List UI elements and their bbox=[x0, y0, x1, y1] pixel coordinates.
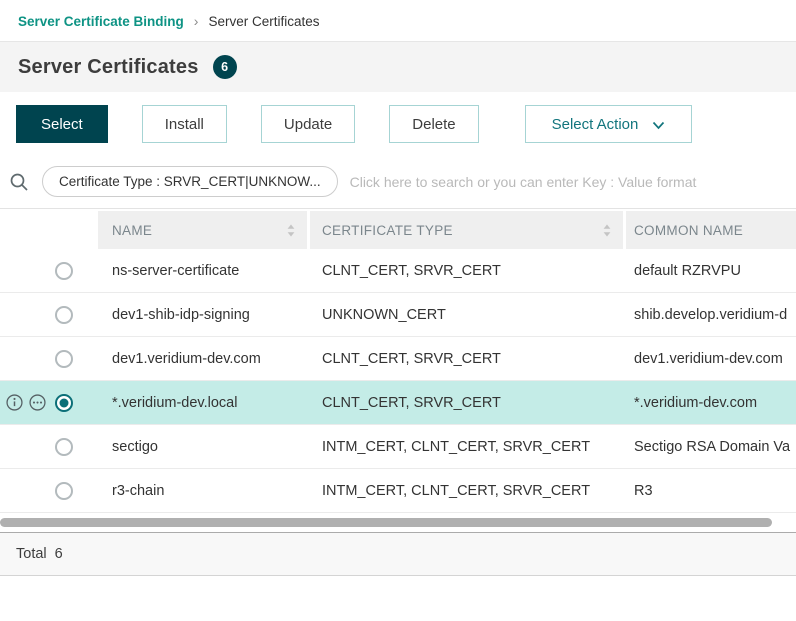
column-header-common-name[interactable]: COMMON NAME bbox=[626, 211, 796, 249]
row-radio[interactable] bbox=[55, 394, 73, 412]
sort-icon[interactable] bbox=[603, 224, 623, 237]
column-header-name-label: NAME bbox=[98, 223, 152, 238]
cell-common-name: *.veridium-dev.com bbox=[626, 395, 796, 411]
select-action-label: Select Action bbox=[552, 116, 639, 133]
row-radio[interactable] bbox=[55, 262, 73, 280]
total-bar: Total 6 bbox=[0, 533, 796, 576]
select-action-dropdown[interactable]: Select Action bbox=[525, 105, 693, 143]
breadcrumb: Server Certificate Binding › Server Cert… bbox=[0, 0, 796, 42]
filter-chip-certificate-type[interactable]: Certificate Type : SRVR_CERT|UNKNOW... bbox=[42, 166, 338, 197]
row-select-cell bbox=[0, 350, 95, 368]
table-row[interactable]: dev1-shib-idp-signing UNKNOWN_CERT shib.… bbox=[0, 293, 796, 337]
cell-name: dev1.veridium-dev.com bbox=[98, 351, 307, 367]
cell-common-name: shib.develop.veridium-d bbox=[626, 307, 796, 323]
row-select-cell bbox=[0, 262, 95, 280]
delete-button[interactable]: Delete bbox=[389, 105, 478, 143]
row-radio[interactable] bbox=[55, 438, 73, 456]
cell-certificate-type: CLNT_CERT, SRVR_CERT bbox=[310, 263, 623, 279]
info-icon[interactable] bbox=[6, 394, 23, 411]
sort-icon[interactable] bbox=[287, 224, 307, 237]
install-button[interactable]: Install bbox=[142, 105, 227, 143]
table-row[interactable]: *.veridium-dev.local CLNT_CERT, SRVR_CER… bbox=[0, 381, 796, 425]
search-bar: Certificate Type : SRVR_CERT|UNKNOW... bbox=[0, 157, 796, 209]
ellipsis-icon[interactable] bbox=[29, 394, 46, 411]
cell-certificate-type: INTM_CERT, CLNT_CERT, SRVR_CERT bbox=[310, 439, 623, 455]
toolbar: Select Install Update Delete Select Acti… bbox=[0, 92, 796, 157]
column-header-name[interactable]: NAME bbox=[98, 211, 307, 249]
cell-common-name: dev1.veridium-dev.com bbox=[626, 351, 796, 367]
total-value: 6 bbox=[55, 546, 63, 562]
column-header-certificate-type[interactable]: CERTIFICATE TYPE bbox=[310, 211, 623, 249]
table-row[interactable]: r3-chain INTM_CERT, CLNT_CERT, SRVR_CERT… bbox=[0, 469, 796, 513]
table-header-row: NAME CERTIFICATE TYPE COMMON NAME bbox=[0, 211, 796, 249]
cell-common-name: default RZRVPU bbox=[626, 263, 796, 279]
select-button[interactable]: Select bbox=[16, 105, 108, 143]
cell-name: *.veridium-dev.local bbox=[98, 395, 307, 411]
cell-common-name: Sectigo RSA Domain Va bbox=[626, 439, 796, 455]
search-icon[interactable] bbox=[8, 171, 30, 193]
breadcrumb-link-server-certificate-binding[interactable]: Server Certificate Binding bbox=[18, 14, 184, 29]
table-body: ns-server-certificate CLNT_CERT, SRVR_CE… bbox=[0, 249, 796, 513]
cell-certificate-type: INTM_CERT, CLNT_CERT, SRVR_CERT bbox=[310, 483, 623, 499]
cell-name: sectigo bbox=[98, 439, 307, 455]
row-select-cell bbox=[0, 306, 95, 324]
update-button[interactable]: Update bbox=[261, 105, 355, 143]
cell-name: r3-chain bbox=[98, 483, 307, 499]
search-input[interactable] bbox=[350, 174, 786, 190]
cell-certificate-type: CLNT_CERT, SRVR_CERT bbox=[310, 351, 623, 367]
chevron-down-icon bbox=[652, 121, 665, 130]
row-radio[interactable] bbox=[55, 306, 73, 324]
row-radio[interactable] bbox=[55, 482, 73, 500]
row-radio[interactable] bbox=[55, 350, 73, 368]
total-label: Total bbox=[16, 546, 47, 562]
cell-name: dev1-shib-idp-signing bbox=[98, 307, 307, 323]
table-row[interactable]: ns-server-certificate CLNT_CERT, SRVR_CE… bbox=[0, 249, 796, 293]
column-header-certificate-type-label: CERTIFICATE TYPE bbox=[310, 223, 453, 238]
table-row[interactable]: dev1.veridium-dev.com CLNT_CERT, SRVR_CE… bbox=[0, 337, 796, 381]
row-select-cell bbox=[0, 394, 95, 412]
cell-common-name: R3 bbox=[626, 483, 796, 499]
cell-certificate-type: UNKNOWN_CERT bbox=[310, 307, 623, 323]
count-badge: 6 bbox=[213, 55, 237, 79]
title-bar: Server Certificates 6 bbox=[0, 42, 796, 92]
column-header-common-name-label: COMMON NAME bbox=[626, 223, 743, 238]
horizontal-scrollbar[interactable] bbox=[0, 518, 796, 527]
breadcrumb-separator-icon: › bbox=[194, 13, 199, 29]
table-row[interactable]: sectigo INTM_CERT, CLNT_CERT, SRVR_CERT … bbox=[0, 425, 796, 469]
server-certificates-page: Server Certificate Binding › Server Cert… bbox=[0, 0, 796, 576]
row-select-cell bbox=[0, 438, 95, 456]
row-select-cell bbox=[0, 482, 95, 500]
table-header-select-column bbox=[0, 211, 95, 249]
cell-name: ns-server-certificate bbox=[98, 263, 307, 279]
cell-certificate-type: CLNT_CERT, SRVR_CERT bbox=[310, 395, 623, 411]
page-title: Server Certificates bbox=[18, 56, 199, 79]
scrollbar-thumb[interactable] bbox=[0, 518, 772, 527]
breadcrumb-current: Server Certificates bbox=[208, 14, 319, 29]
